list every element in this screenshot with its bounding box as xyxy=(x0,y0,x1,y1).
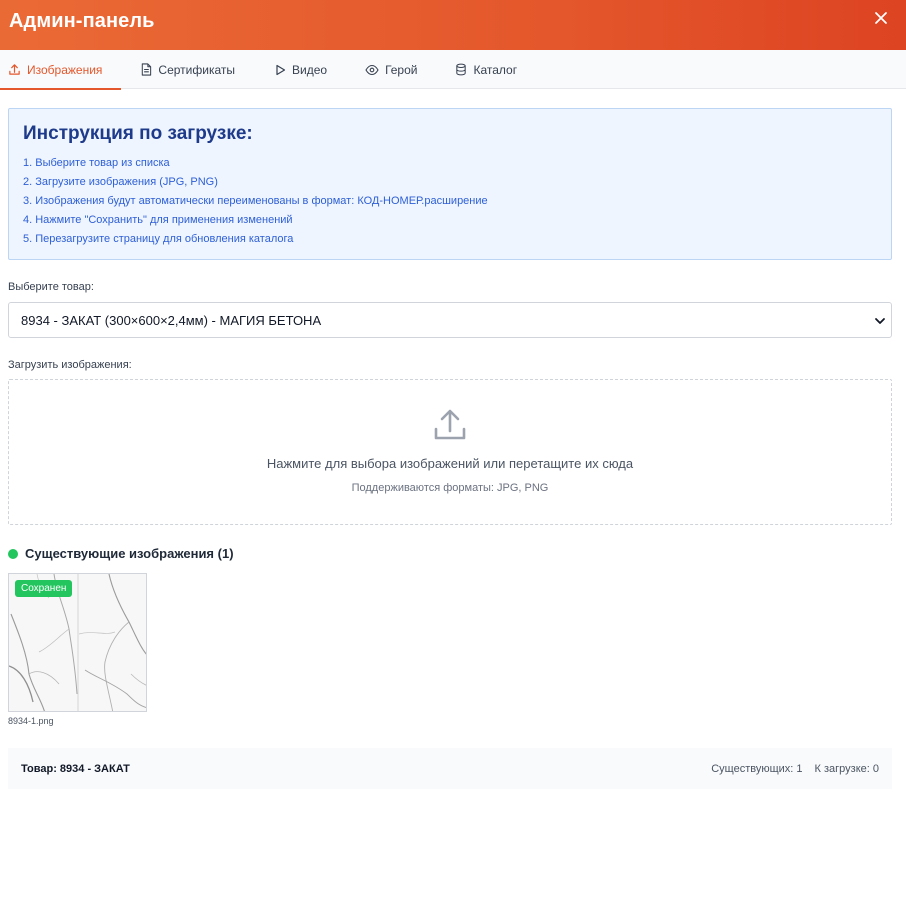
tab-certificates[interactable]: Сертификаты xyxy=(121,50,254,89)
dropzone-main-text: Нажмите для выбора изображений или перет… xyxy=(266,456,634,471)
document-icon xyxy=(142,63,152,76)
instructions-title: Инструкция по загрузке: xyxy=(23,123,253,144)
upload-count: К загрузке: 0 xyxy=(814,762,879,775)
tab-label: Видео xyxy=(292,62,328,77)
instruction-item: 3. Изображения будут автоматически переи… xyxy=(23,195,488,207)
image-filename: 8934-1.png xyxy=(8,716,54,726)
instruction-item: 4. Нажмите "Сохранить" для применения из… xyxy=(23,214,293,226)
upload-icon xyxy=(434,409,466,440)
footer-product: Товар: 8934 - ЗАКАТ xyxy=(21,762,130,775)
product-select-label: Выберите товар: xyxy=(8,281,94,293)
tab-label: Герой xyxy=(385,62,418,77)
footer-stats: Существующих: 1 К загрузке: 0 xyxy=(711,763,879,775)
product-select-value: 8934 - ЗАКАТ (300×600×2,4мм) - МАГИЯ БЕТ… xyxy=(21,312,322,328)
tab-catalog[interactable]: Каталог xyxy=(436,50,536,89)
play-icon xyxy=(276,64,286,75)
status-dot xyxy=(8,548,18,559)
instructions-panel: Инструкция по загрузке: 1. Выберите това… xyxy=(8,108,892,260)
modal-header: Админ-панель xyxy=(0,0,906,50)
tab-hero[interactable]: Герой xyxy=(346,50,436,89)
product-select[interactable]: 8934 - ЗАКАТ (300×600×2,4мм) - МАГИЯ БЕТ… xyxy=(8,302,892,338)
close-icon xyxy=(875,12,887,24)
existing-images-title: Существующие изображения (1) xyxy=(25,546,234,561)
tab-bar: Изображения Сертификаты Видео Герой Ката… xyxy=(0,50,906,90)
database-icon xyxy=(456,63,467,76)
instruction-item: 2. Загрузите изображения (JPG, PNG) xyxy=(23,176,218,188)
existing-count: Существующих: 1 xyxy=(711,762,803,775)
chevron-down-icon xyxy=(875,318,885,324)
tab-label: Изображения xyxy=(27,62,103,77)
upload-icon xyxy=(9,64,20,75)
upload-dropzone[interactable]: Нажмите для выбора изображений или перет… xyxy=(8,379,892,525)
summary-footer: Товар: 8934 - ЗАКАТ Существующих: 1 К за… xyxy=(8,748,892,789)
instructions-list: 1. Выберите товар из списка 2. Загрузите… xyxy=(23,154,877,249)
tab-label: Каталог xyxy=(473,62,518,77)
instruction-item: 1. Выберите товар из списка xyxy=(23,157,170,169)
close-button[interactable] xyxy=(870,7,892,29)
modal-title: Админ-панель xyxy=(9,9,155,32)
saved-badge: Сохранен xyxy=(15,580,73,597)
tab-label: Сертификаты xyxy=(158,62,235,77)
existing-images-header: Существующие изображения (1) xyxy=(8,546,234,561)
instruction-item: 5. Перезагрузите страницу для обновления… xyxy=(23,233,294,245)
tab-images[interactable]: Изображения xyxy=(0,50,122,90)
tab-video[interactable]: Видео xyxy=(254,50,346,89)
image-thumbnail[interactable]: Сохранен xyxy=(8,573,147,712)
dropzone-format-hint: Поддерживаются форматы: JPG, PNG xyxy=(351,482,549,494)
eye-icon xyxy=(365,64,379,75)
upload-label: Загрузить изображения: xyxy=(8,359,132,371)
